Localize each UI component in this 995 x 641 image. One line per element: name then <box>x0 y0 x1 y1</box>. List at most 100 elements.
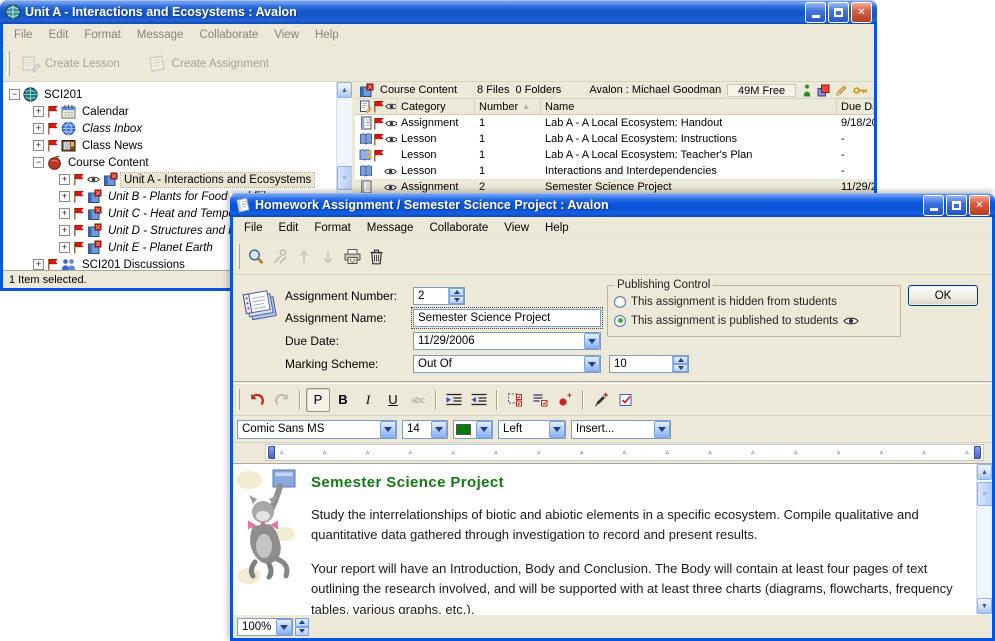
menu-file[interactable]: File <box>236 219 271 237</box>
undo-button[interactable] <box>245 388 269 412</box>
insert-dropdown[interactable]: Insert... <box>571 420 671 439</box>
left-indent-marker[interactable] <box>268 446 275 459</box>
radio-icon[interactable] <box>614 296 626 308</box>
spellcheck-button[interactable] <box>614 388 638 412</box>
chevron-down-icon[interactable] <box>654 421 670 438</box>
tree-expander-icon[interactable]: − <box>33 157 44 168</box>
select-lines-button[interactable] <box>528 388 552 412</box>
menu-collaborate[interactable]: Collaborate <box>421 219 496 237</box>
due-date-dropdown[interactable]: 11/29/2006 <box>413 332 601 350</box>
chevron-down-icon[interactable] <box>476 421 492 438</box>
tree-item[interactable]: − SCI201 <box>3 86 352 103</box>
close-button[interactable]: ✕ <box>969 195 990 216</box>
tree-expander-icon[interactable]: + <box>33 123 44 134</box>
right-indent-marker[interactable] <box>974 446 981 459</box>
assignment-name-input[interactable]: Semester Science Project <box>413 309 601 327</box>
chevron-down-icon[interactable] <box>380 421 396 438</box>
tree-expander-icon[interactable]: + <box>33 106 44 117</box>
tree-expander-icon[interactable]: + <box>59 242 70 253</box>
menu-format[interactable]: Format <box>306 219 358 237</box>
column-name[interactable]: Name <box>541 99 837 114</box>
column-category[interactable]: Category <box>397 99 475 114</box>
chevron-down-icon[interactable] <box>549 421 565 438</box>
editor-content[interactable]: Semester Science Project Study the inter… <box>233 463 992 614</box>
column-number[interactable]: Number▲ <box>475 99 541 114</box>
toolbar-gripper[interactable] <box>237 244 240 269</box>
editor-scrollbar[interactable]: ▲ ≡ ▼ <box>976 464 992 614</box>
icon-columns-header[interactable] <box>355 99 397 114</box>
tree-expander-icon[interactable]: + <box>33 140 44 151</box>
assignment-number-stepper[interactable]: 2 <box>413 287 465 305</box>
sign-pen-button[interactable] <box>589 388 613 412</box>
list-row[interactable]: Assignment1 Lab A - A Local Ecosystem: H… <box>355 115 874 131</box>
font-size-dropdown[interactable]: 14 <box>402 420 448 439</box>
tree-item[interactable]: + Class Inbox <box>3 120 352 137</box>
ruler[interactable]: ▵▵▵▵▵▵▵▵▵▵▵▵▵▵▵▵▵ <box>265 444 984 461</box>
plain-button[interactable]: P <box>306 388 330 412</box>
menu-view[interactable]: View <box>266 26 307 44</box>
menu-message[interactable]: Message <box>359 219 422 237</box>
tools-button[interactable] <box>268 245 292 269</box>
pencil-icon[interactable] <box>835 84 848 97</box>
arrow-up-button[interactable] <box>292 245 316 269</box>
published-option[interactable]: This assignment is published to students <box>614 311 894 330</box>
assignment-window-titlebar[interactable]: Homework Assignment / Semester Science P… <box>230 193 995 217</box>
minimize-button[interactable] <box>923 195 944 216</box>
list-row[interactable]: Lesson1 Interactions and Interdependenci… <box>355 163 874 179</box>
font-color-dropdown[interactable] <box>453 420 493 439</box>
tree-item[interactable]: + Unit A - Interactions and Ecosystems <box>3 171 352 188</box>
ok-button[interactable]: OK <box>908 285 978 306</box>
create-lesson-button[interactable]: Create Lesson <box>14 51 127 77</box>
superscript-button[interactable] <box>553 388 577 412</box>
strike-button[interactable]: abc <box>406 388 430 412</box>
layers-icon[interactable] <box>817 84 830 97</box>
tree-item[interactable]: − Course Content <box>3 154 352 171</box>
tree-item[interactable]: + Class News <box>3 137 352 154</box>
align-dropdown[interactable]: Left <box>498 420 566 439</box>
menu-format[interactable]: Format <box>76 26 128 44</box>
tree-item[interactable]: + Calendar <box>3 103 352 120</box>
list-row[interactable]: Lesson1 Lab A - A Local Ecosystem: Teach… <box>355 147 874 163</box>
chevron-down-icon[interactable] <box>276 619 292 635</box>
zoom-stepper[interactable] <box>295 618 309 636</box>
maximize-button[interactable] <box>828 2 849 23</box>
printer-button[interactable] <box>340 245 364 269</box>
minimize-button[interactable] <box>805 2 826 23</box>
menu-edit[interactable]: Edit <box>271 219 307 237</box>
outdent-button[interactable] <box>467 388 491 412</box>
hidden-option[interactable]: This assignment is hidden from students <box>614 292 894 311</box>
italic-button[interactable]: I <box>356 388 380 412</box>
maximize-button[interactable] <box>946 195 967 216</box>
chevron-down-icon[interactable] <box>584 356 600 372</box>
menu-file[interactable]: File <box>6 26 41 44</box>
zoom-dropdown[interactable]: 100% <box>237 618 293 636</box>
menu-help[interactable]: Help <box>537 219 577 237</box>
indent-button[interactable] <box>442 388 466 412</box>
marking-points-stepper[interactable]: 10 <box>609 355 689 373</box>
toolbar-gripper[interactable] <box>237 389 240 411</box>
close-button[interactable]: ✕ <box>851 2 872 23</box>
underline-button[interactable]: U <box>381 388 405 412</box>
toolbar-gripper[interactable] <box>7 51 10 76</box>
tree-expander-icon[interactable]: + <box>59 174 70 185</box>
list-row[interactable]: Lesson1 Lab A - A Local Ecosystem: Instr… <box>355 131 874 147</box>
scroll-up-icon[interactable]: ▲ <box>977 464 992 480</box>
column-due-date[interactable]: Due Date <box>837 99 874 114</box>
scroll-thumb[interactable]: ≡ <box>337 166 353 190</box>
radio-selected-icon[interactable] <box>614 315 626 327</box>
tree-expander-icon[interactable]: − <box>9 89 20 100</box>
menu-view[interactable]: View <box>496 219 537 237</box>
magnifier-button[interactable] <box>244 245 268 269</box>
tree-expander-icon[interactable]: + <box>33 259 44 270</box>
menu-message[interactable]: Message <box>129 26 192 44</box>
bold-button[interactable]: B <box>331 388 355 412</box>
key-icon[interactable] <box>853 85 868 96</box>
scroll-down-icon[interactable]: ▼ <box>977 598 992 614</box>
marking-scheme-dropdown[interactable]: Out Of <box>413 355 601 373</box>
stepper-arrows-icon[interactable] <box>448 288 464 304</box>
tree-expander-icon[interactable]: + <box>59 225 70 236</box>
chevron-down-icon[interactable] <box>431 421 447 438</box>
font-family-dropdown[interactable]: Comic Sans MS <box>237 420 397 439</box>
trash-button[interactable] <box>364 245 388 269</box>
stepper-arrows-icon[interactable] <box>672 356 688 372</box>
